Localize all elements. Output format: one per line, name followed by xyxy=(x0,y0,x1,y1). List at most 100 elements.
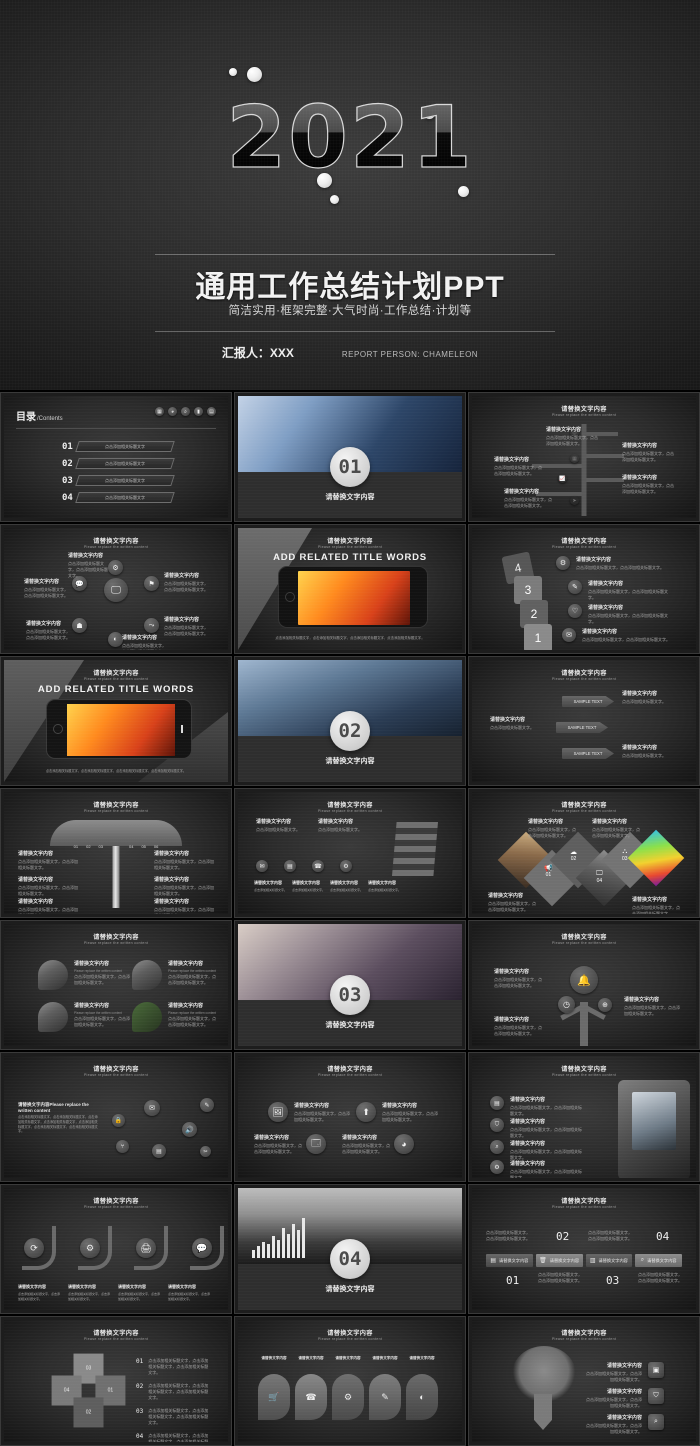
arrow-tag[interactable]: SAMPLE TEXT xyxy=(556,722,608,733)
monitor-icon[interactable]: 🖵 xyxy=(104,578,128,602)
row-body: 点击添加相关标题文字，点击添加相关标题文字。 xyxy=(510,1105,582,1116)
mail-icon[interactable]: ✉ xyxy=(562,628,576,642)
flag-icon[interactable]: ⚑ xyxy=(144,576,159,591)
timeline-step[interactable]: ▥ 请替换文字内容 xyxy=(585,1254,633,1267)
book-icon[interactable]: ▮ xyxy=(194,407,203,416)
bulb-icon[interactable]: ◐ xyxy=(406,1374,438,1420)
gift-icon[interactable]: ▤ xyxy=(284,860,296,872)
stack-card[interactable]: 1 xyxy=(524,624,552,650)
stack-card[interactable]: 2 xyxy=(520,600,548,628)
shield-icon[interactable]: ⛉ xyxy=(648,1388,664,1404)
arrow-tag[interactable]: SAMPLE TEXT xyxy=(562,696,614,707)
slide-thumbnail-phone-showcase[interactable]: 请替换文字内容 Please replace the written conte… xyxy=(234,524,466,654)
puzzle-piece[interactable]: 03 xyxy=(73,1353,104,1384)
pencil-icon[interactable]: ✎ xyxy=(568,580,582,594)
branch-icon[interactable]: ⑂ xyxy=(116,1140,129,1153)
slide-thumbnail-umbrella[interactable]: 请替换文字内容 Please replace the written conte… xyxy=(0,788,232,918)
slide-thumbnail-diamonds[interactable]: 请替换文字内容 Please replace the written conte… xyxy=(468,788,700,918)
timeline-step[interactable]: 🗑 请替换文字内容 xyxy=(535,1254,583,1267)
slide-thumbnail-contents[interactable]: 目录 /Contents ▦ ◕ ⌕ ▮ ▤ 01 点击添加相关标题文字 02 … xyxy=(0,392,232,522)
refresh-icon[interactable]: ⟳ xyxy=(24,1238,44,1258)
slide-thumbnail-stacked-cards[interactable]: 请替换文字内容 Please replace the written conte… xyxy=(468,524,700,654)
search-icon[interactable]: ⌕ xyxy=(648,1414,664,1430)
slide-thumbnail-hexagon-network[interactable]: 请替换文字内容 Please replace the written conte… xyxy=(0,524,232,654)
clock-icon[interactable]: ◷ xyxy=(558,996,575,1013)
cart-icon[interactable]: 🛒 xyxy=(258,1374,290,1420)
slide-thumbnail-divider-03[interactable]: 03 请替换文字内容 xyxy=(234,920,466,1050)
printer-icon[interactable]: 🖨 xyxy=(136,1238,156,1258)
book-icon[interactable]: ▤ xyxy=(490,1096,504,1110)
search-icon[interactable]: ⌕ xyxy=(181,407,190,416)
speaker-icon[interactable]: 🔊 xyxy=(182,1122,197,1137)
lightbulb-icon[interactable]: ◐ xyxy=(108,632,123,647)
search-icon[interactable]: ⌕ xyxy=(490,1140,504,1154)
upload-icon[interactable]: ⬆ xyxy=(356,1102,376,1122)
gear-icon[interactable]: ⚙ xyxy=(80,1238,100,1258)
gear-icon[interactable]: ⚙ xyxy=(490,1160,504,1174)
user-icon[interactable]: ☗ xyxy=(72,618,87,633)
slide-thumbnail-timeline[interactable]: 请替换文字内容 Please replace the written conte… xyxy=(468,1184,700,1314)
contents-item[interactable]: 02 点击添加相关标题文字 xyxy=(62,458,175,469)
shield-icon[interactable]: ⛉ xyxy=(490,1118,504,1132)
photo-thumb[interactable] xyxy=(132,960,162,990)
photo-thumb[interactable] xyxy=(132,1002,162,1032)
phone-icon[interactable]: ☎ xyxy=(295,1374,327,1420)
slide-thumbnail-phone-title-words[interactable]: 请替换文字内容 Please replace the written conte… xyxy=(0,656,232,786)
file-icon[interactable]: ▤ xyxy=(152,1144,166,1158)
contents-item[interactable]: 01 点击添加相关标题文字 xyxy=(62,441,175,452)
chat-icon[interactable]: 💬 xyxy=(192,1238,212,1258)
image-icon[interactable]: 🖼 xyxy=(268,1102,288,1122)
slide-thumbnail-hook-arrows[interactable]: 请替换文字内容 Please replace the written conte… xyxy=(0,1184,232,1314)
slide-thumbnail-phone-hand-list[interactable]: 请替换文字内容 Please replace the written conte… xyxy=(468,1052,700,1182)
slide-thumbnail-pencil-tree[interactable]: 请替换文字内容 Please replace the written conte… xyxy=(468,1316,700,1446)
slide-thumbnail-divider-02[interactable]: 02 请替换文字内容 xyxy=(234,656,466,786)
chart-icon[interactable]: ▦ xyxy=(155,407,164,416)
cut-icon[interactable]: ✂ xyxy=(200,1146,211,1157)
timeline-step[interactable]: ⌕ 请替换文字内容 xyxy=(635,1254,682,1267)
slide-thumbnail-divider-04[interactable]: 04 请替换文字内容 xyxy=(234,1184,466,1314)
share-icon[interactable]: ⤳ xyxy=(144,618,159,633)
slide-thumbnail-photo-circles[interactable]: 请替换文字内容 Please replace the written conte… xyxy=(0,920,232,1050)
slide-thumbnail-icon-pairs[interactable]: 请替换文字内容 Please replace the written conte… xyxy=(234,1052,466,1182)
slide-thumbnail-divider-01[interactable]: 01 请替换文字内容 xyxy=(234,392,466,522)
bell-icon[interactable]: 🔔 xyxy=(570,966,598,994)
chat-icon[interactable]: 💬 xyxy=(72,576,87,591)
step-body: 点击添加相关标题文字，点击添加相关标题文字。 xyxy=(638,1272,682,1283)
slide-thumbnail-tree-icons[interactable]: 请替换文字内容 Please replace the written conte… xyxy=(468,920,700,1050)
tablet-icon[interactable]: ▣ xyxy=(648,1362,664,1378)
mail-icon[interactable]: ✉ xyxy=(256,860,268,872)
photo-thumb[interactable] xyxy=(38,960,68,990)
photo-thumb[interactable] xyxy=(38,1002,68,1032)
gear-icon[interactable]: ⚙ xyxy=(332,1374,364,1420)
contents-item[interactable]: 03 点击添加相关标题文字 xyxy=(62,475,175,486)
timeline-step[interactable]: ▤ 请替换文字内容 xyxy=(486,1254,533,1267)
stack-card[interactable]: 3 xyxy=(514,576,542,604)
slide-thumbnail-zigzag[interactable]: 请替换文字内容 Please replace the written conte… xyxy=(234,788,466,918)
arrow-tag[interactable]: SAMPLE TEXT xyxy=(562,748,614,759)
heart-icon[interactable]: ♡ xyxy=(568,604,582,618)
globe-icon[interactable]: ⊕ xyxy=(598,998,612,1012)
gear-icon[interactable]: ⚙ xyxy=(340,860,352,872)
slide-thumbnail-sample-arrows[interactable]: 请替换文字内容 Please replace the written conte… xyxy=(468,656,700,786)
note-icon[interactable]: ▤ xyxy=(207,407,216,416)
gear-icon[interactable]: ⚙ xyxy=(108,560,123,575)
puzzle-piece[interactable]: 04 xyxy=(51,1375,82,1406)
stack-card[interactable]: 4 xyxy=(501,551,535,585)
item-body: 点击添加相关标题文字，点击添加相关标题文字，点击添加相关标题文字。 xyxy=(148,1408,209,1425)
contents-item[interactable]: 04 点击添加相关标题文字 xyxy=(62,492,175,503)
window-icon[interactable]: 🗔 xyxy=(306,1134,326,1154)
edit-icon[interactable]: ✎ xyxy=(369,1374,401,1420)
gear-icon[interactable]: ⚙ xyxy=(556,556,570,570)
slide-thumbnail-puzzle[interactable]: 请替换文字内容 Please replace the written conte… xyxy=(0,1316,232,1446)
mail-icon[interactable]: ✉ xyxy=(144,1100,160,1116)
pie-icon[interactable]: ◕ xyxy=(168,407,177,416)
lock-icon[interactable]: 🔒 xyxy=(112,1114,125,1127)
puzzle-piece[interactable]: 01 xyxy=(95,1375,126,1406)
slide-thumbnail-petals[interactable]: 请替换文字内容 Please replace the written conte… xyxy=(234,1316,466,1446)
slide-thumbnail-arrow-tree[interactable]: 请替换文字内容 Please replace the written conte… xyxy=(468,392,700,522)
puzzle-piece[interactable]: 02 xyxy=(73,1397,104,1428)
phone-icon[interactable]: ☎ xyxy=(312,860,324,872)
edit-icon[interactable]: ✎ xyxy=(200,1098,214,1112)
slide-thumbnail-constellation[interactable]: 请替换文字内容 Please replace the written conte… xyxy=(0,1052,232,1182)
pie-icon[interactable]: ◕ xyxy=(394,1134,414,1154)
